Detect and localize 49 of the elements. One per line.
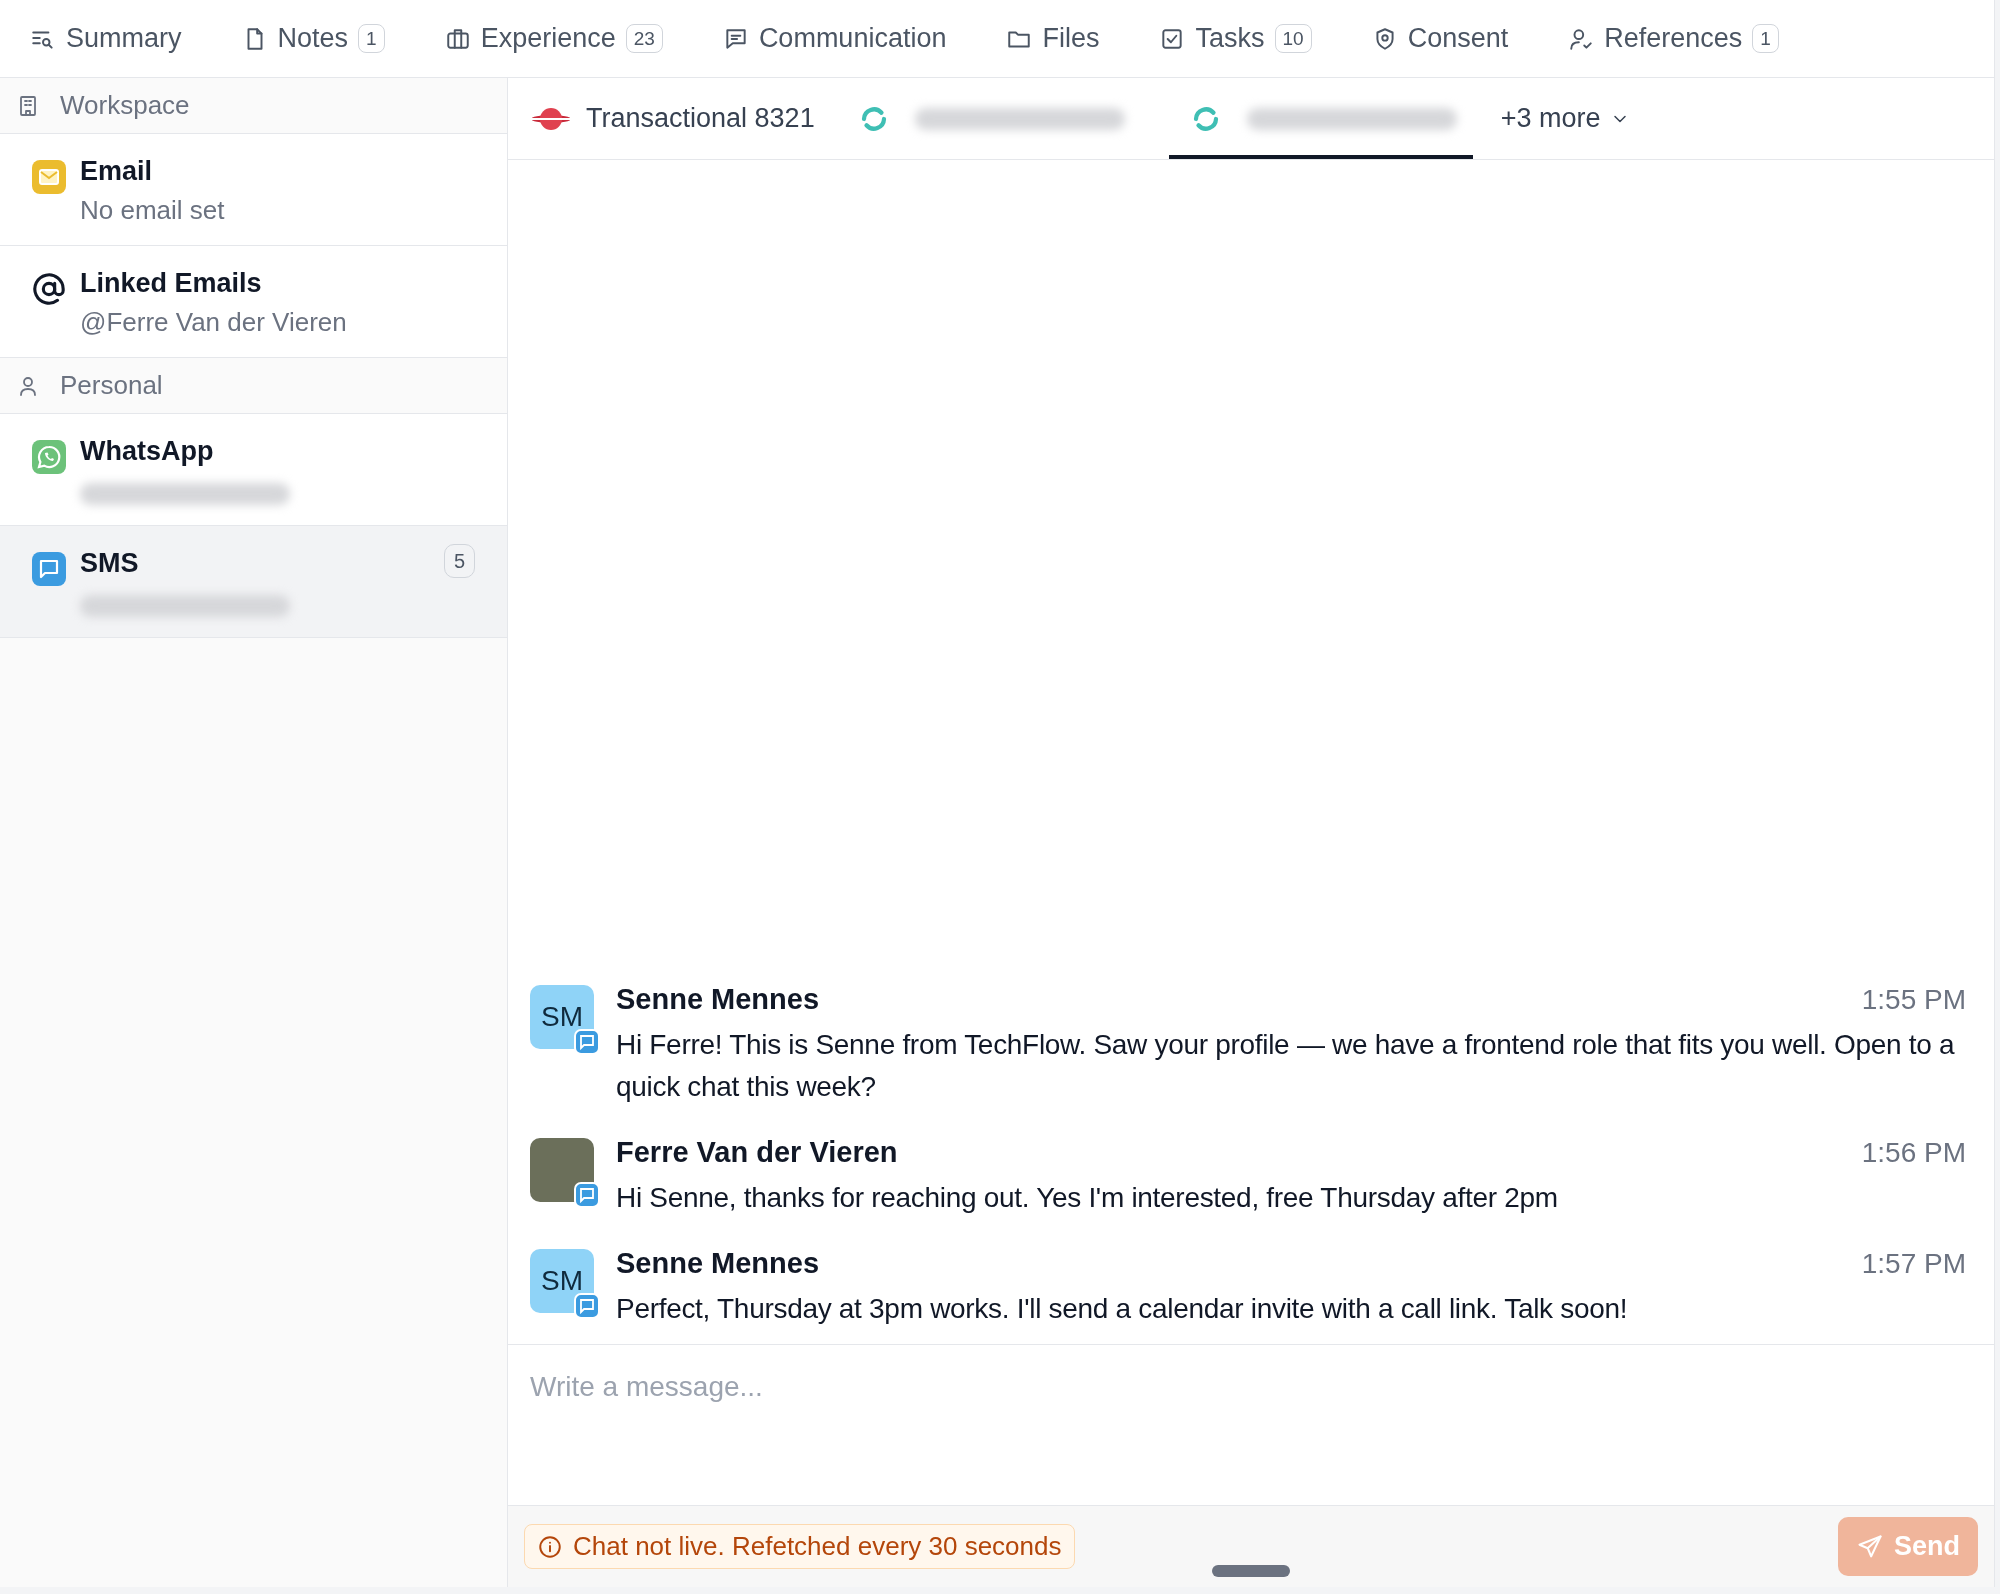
whatsapp-icon	[32, 440, 66, 474]
channel-subtitle: @Ferre Van der Vieren	[80, 307, 347, 338]
channel-tab[interactable]: Transactional 8321	[530, 78, 831, 159]
info-icon	[537, 1533, 563, 1560]
photo-placeholder	[530, 1138, 594, 1202]
tab[interactable]: Experience 23	[444, 17, 663, 60]
at-sign-icon	[32, 272, 66, 306]
avatar: SM	[530, 985, 594, 1049]
tab[interactable]: Notes 1	[241, 17, 385, 60]
message-icon	[574, 1029, 600, 1055]
message-icon	[574, 1182, 600, 1208]
timestamp: 1:55 PM	[1861, 984, 1966, 1016]
channel-title: SMS	[80, 548, 140, 579]
count-badge: 10	[1274, 24, 1312, 53]
notice-text: Chat not live. Refetched every 30 seconds	[573, 1531, 1062, 1562]
message-icon	[574, 1293, 600, 1319]
channel-title: WhatsApp	[80, 436, 215, 467]
tab[interactable]: Consent	[1371, 17, 1509, 60]
count-badge: 1	[1752, 24, 1779, 53]
section-title: Workspace	[60, 90, 190, 121]
channel-item[interactable]: Email No email set	[0, 134, 507, 246]
tab[interactable]: Summary	[30, 17, 182, 60]
channel-subtitle: No email set	[80, 195, 225, 226]
message-text: Hi Ferre! This is Senne from TechFlow. Saw your profile — we have a frontend role that fits you well. Open to a quick chat this week?	[616, 1028, 1956, 1104]
tab[interactable]: Files	[1006, 17, 1100, 60]
count-badge: 1	[358, 24, 385, 53]
resize-handle[interactable]	[1212, 1565, 1290, 1577]
tab[interactable]: Communication	[722, 17, 947, 60]
more-tabs-button[interactable]: +3 more	[1500, 78, 1631, 159]
channel-title: Linked Emails	[80, 268, 263, 299]
channel-item[interactable]: Linked Emails @Ferre Van der Vieren	[0, 246, 507, 358]
message-text: Hi Senne, thanks for reaching out. Yes I'm interested, free Thursday after 2pm	[616, 1181, 1559, 1215]
channel-title: Email	[80, 156, 154, 187]
channel-item[interactable]: WhatsApp	[0, 414, 507, 526]
timestamp: 1:56 PM	[1861, 1137, 1966, 1169]
tab[interactable]: References 1	[1568, 17, 1779, 60]
sender-name: Senne Mennes	[616, 1247, 820, 1280]
avatar: SM	[530, 1249, 594, 1313]
sender-name: Senne Mennes	[616, 983, 820, 1016]
message-icon	[32, 552, 66, 586]
section-title: Personal	[60, 370, 163, 401]
message-text: Perfect, Thursday at 3pm works. I'll send a calendar invite with a call link. Talk soon!	[616, 1292, 1629, 1326]
envelope-icon	[32, 160, 66, 194]
tab[interactable]: Tasks 10	[1159, 17, 1312, 60]
timestamp: 1:57 PM	[1861, 1248, 1966, 1280]
sender-name: Ferre Van der Vieren	[616, 1136, 898, 1169]
channel-item[interactable]: SMS 5	[0, 526, 507, 638]
count-badge: 5	[443, 544, 475, 578]
count-badge: 23	[625, 24, 663, 53]
